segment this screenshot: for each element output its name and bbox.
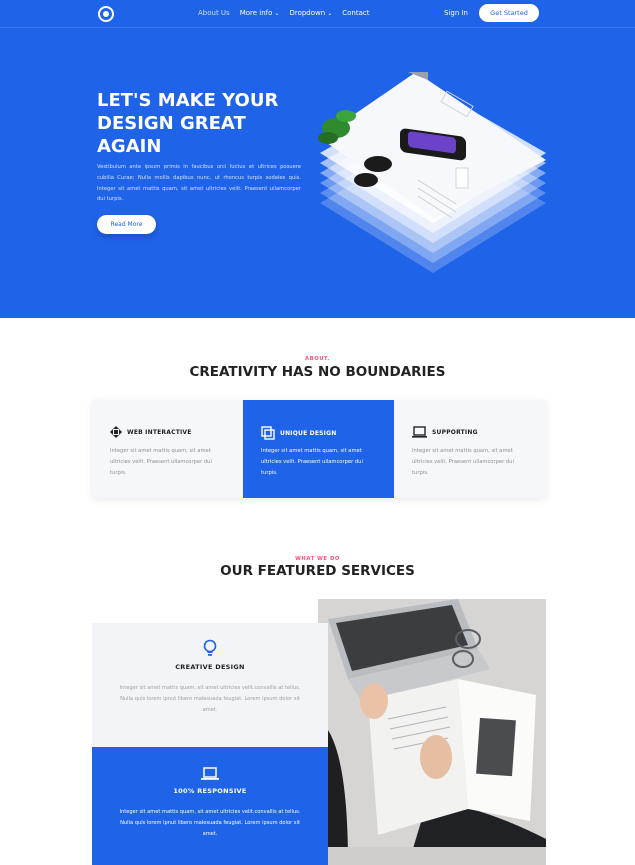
feature-name: WEB INTERACTIVE bbox=[127, 428, 192, 436]
service-name: 100% RESPONSIVE bbox=[173, 787, 247, 795]
nav-link-about[interactable]: About Us bbox=[198, 9, 230, 17]
hero-isometric-illustration bbox=[318, 72, 546, 273]
services-title: OUR FEATURED SERVICES bbox=[220, 563, 415, 579]
nav-link-dropdown-label: Dropdown bbox=[289, 9, 326, 17]
workspace-photo bbox=[318, 599, 546, 865]
sign-in-link[interactable]: Sign In bbox=[444, 9, 468, 17]
service-text: Integer sit amet mattis quam, sit amet u… bbox=[119, 809, 301, 837]
about-eyebrow: ABOUT. bbox=[305, 356, 330, 362]
laptop-icon bbox=[201, 767, 219, 780]
feature-header: SUPPORTING bbox=[412, 426, 478, 438]
hero-section: About Us More info ⌄ Dropdown ⌄ Contact Si… bbox=[0, 0, 635, 318]
feature-text: Integer sit amet mattis quam, sit amet u… bbox=[261, 448, 363, 476]
feature-header: UNIQUE DESIGN bbox=[261, 426, 336, 440]
laptop-icon bbox=[412, 426, 427, 438]
top-navbar: About Us More info ⌄ Dropdown ⌄ Contact Si… bbox=[0, 0, 635, 28]
feature-text: Integer sit amet mattis quam, sit amet u… bbox=[412, 448, 514, 476]
about-title: CREATIVITY HAS NO BOUNDARIES bbox=[189, 364, 446, 380]
services-block: CREATIVE DESIGN Integer sit amet mattis … bbox=[92, 599, 546, 865]
feature-web-interactive: WEB INTERACTIVE Integer sit amet mattis … bbox=[92, 400, 243, 498]
service-responsive: 100% RESPONSIVE Integer sit amet mattis … bbox=[92, 747, 328, 865]
hero-description: Vestibulum ante ipsum primis in faucibus… bbox=[97, 164, 301, 203]
feature-unique-design: UNIQUE DESIGN Integer sit amet mattis qu… bbox=[243, 400, 394, 498]
service-name: CREATIVE DESIGN bbox=[175, 663, 245, 671]
services-eyebrow: WHAT WE DO bbox=[295, 556, 340, 562]
service-text: Integer sit amet mattis quam, sit amet u… bbox=[119, 685, 301, 713]
nav-links: About Us More info ⌄ Dropdown ⌄ Contact bbox=[198, 9, 379, 17]
feature-name: UNIQUE DESIGN bbox=[280, 429, 337, 437]
get-started-button[interactable]: Get Started bbox=[479, 4, 539, 22]
nav-link-contact[interactable]: Contact bbox=[342, 9, 369, 17]
feature-text: Integer sit amet mattis quam, sit amet u… bbox=[110, 448, 212, 476]
feature-supporting: SUPPORTING Integer sit amet mattis quam,… bbox=[394, 400, 545, 498]
chevron-down-icon: ⌄ bbox=[274, 10, 280, 17]
layers-copy-icon bbox=[261, 426, 275, 440]
nav-link-dropdown[interactable]: Dropdown ⌄ bbox=[289, 9, 332, 17]
features-row: WEB INTERACTIVE Integer sit amet mattis … bbox=[92, 400, 546, 498]
feature-header: WEB INTERACTIVE bbox=[110, 426, 192, 438]
chevron-down-icon: ⌄ bbox=[327, 10, 333, 17]
hero-title: LET'S MAKE YOUR DESIGN GREAT AGAIN bbox=[97, 90, 279, 157]
service-creative-design: CREATIVE DESIGN Integer sit amet mattis … bbox=[92, 623, 328, 748]
read-more-button[interactable]: Read More bbox=[97, 215, 156, 234]
logo-icon[interactable] bbox=[98, 6, 114, 22]
nav-link-more-info-label: More info bbox=[239, 9, 273, 17]
nav-link-more-info[interactable]: More info ⌄ bbox=[240, 9, 280, 17]
move-arrows-icon bbox=[110, 426, 122, 438]
feature-name: SUPPORTING bbox=[432, 428, 478, 436]
lightbulb-icon bbox=[203, 639, 217, 656]
